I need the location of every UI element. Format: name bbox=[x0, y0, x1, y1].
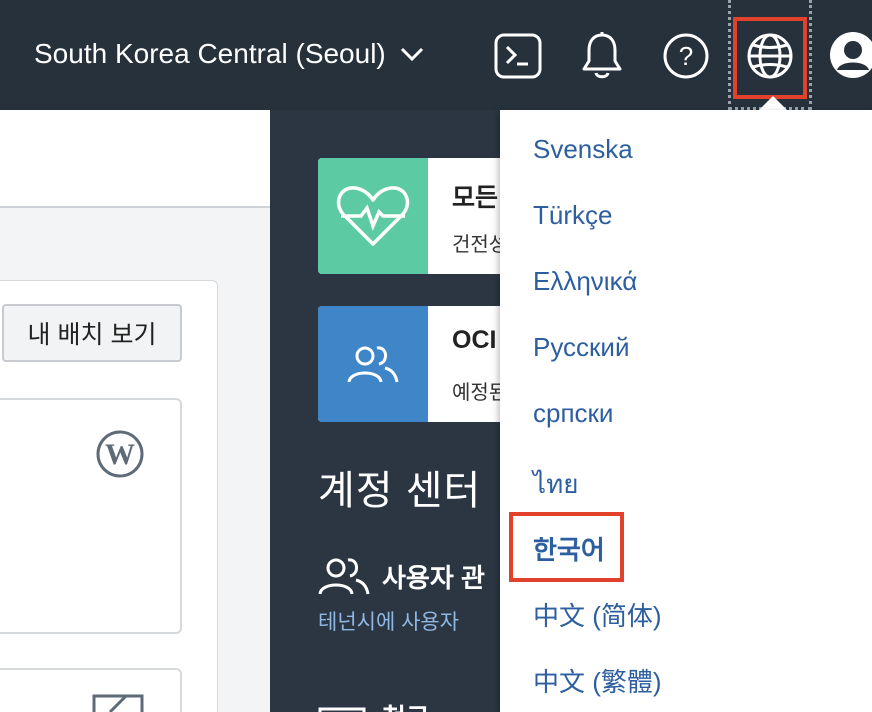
heart-monitor-icon bbox=[336, 186, 410, 246]
language-option-turkce[interactable]: Türkçe bbox=[533, 200, 612, 231]
billing-link[interactable]: 청구 bbox=[318, 698, 430, 712]
user-avatar-button[interactable] bbox=[830, 32, 872, 78]
user-management-label: 사용자 관 bbox=[382, 562, 485, 593]
view-my-deployments-button[interactable]: 내 배치 보기 bbox=[2, 304, 182, 362]
help-icon: ? bbox=[663, 33, 709, 79]
oci-card[interactable]: OCI 예정된 bbox=[318, 306, 518, 422]
user-management-link[interactable]: 사용자 관 bbox=[318, 556, 485, 596]
health-card-subtitle: 건전성 bbox=[452, 234, 508, 256]
user-management-description[interactable]: 테넌시에 사용자 bbox=[318, 606, 459, 636]
cloud-shell-icon bbox=[494, 33, 542, 79]
dropdown-caret bbox=[759, 96, 787, 110]
chevron-down-icon bbox=[400, 47, 423, 62]
edit-icon bbox=[92, 694, 144, 712]
language-option-greek[interactable]: Ελληνικά bbox=[533, 266, 637, 297]
region-selector[interactable]: South Korea Central (Seoul) bbox=[34, 38, 426, 70]
language-option-serbian[interactable]: српски bbox=[533, 398, 613, 429]
oci-card-subtitle: 예정된 bbox=[452, 382, 508, 404]
notifications-button[interactable] bbox=[572, 26, 632, 86]
users-icon bbox=[318, 558, 370, 595]
billing-icon bbox=[318, 707, 366, 712]
language-option-chinese-simplified[interactable]: 中文 (简体) bbox=[533, 596, 662, 633]
language-option-svenska[interactable]: Svenska bbox=[533, 134, 633, 165]
oci-card-title: OCI bbox=[452, 326, 497, 354]
bell-icon bbox=[582, 32, 622, 79]
billing-label: 청구 bbox=[382, 698, 430, 712]
svg-text:?: ? bbox=[679, 41, 693, 71]
health-card-title: 모든 bbox=[452, 184, 499, 212]
account-center-heading: 계정 센터 bbox=[318, 469, 482, 513]
user-avatar-icon bbox=[832, 34, 872, 76]
language-option-russian[interactable]: Русский bbox=[533, 332, 629, 363]
language-option-thai[interactable]: ไทย bbox=[533, 464, 578, 505]
wordpress-icon: W bbox=[96, 430, 144, 478]
help-button[interactable]: ? bbox=[656, 26, 716, 86]
second-tile[interactable] bbox=[0, 668, 182, 712]
health-card[interactable]: 모든 건전성 bbox=[318, 158, 518, 274]
globe-highlight-box bbox=[733, 17, 807, 99]
health-card-icon-area bbox=[318, 158, 428, 274]
cloud-shell-button[interactable] bbox=[488, 26, 548, 86]
korean-highlight-box bbox=[509, 512, 624, 582]
wordpress-tile[interactable] bbox=[0, 398, 182, 634]
language-option-chinese-traditional[interactable]: 中文 (繁體) bbox=[533, 662, 662, 699]
oci-card-icon-area bbox=[318, 306, 428, 422]
region-label: South Korea Central (Seoul) bbox=[34, 38, 386, 69]
left-header-area bbox=[0, 110, 270, 208]
users-icon bbox=[347, 346, 399, 383]
svg-text:W: W bbox=[105, 438, 135, 471]
